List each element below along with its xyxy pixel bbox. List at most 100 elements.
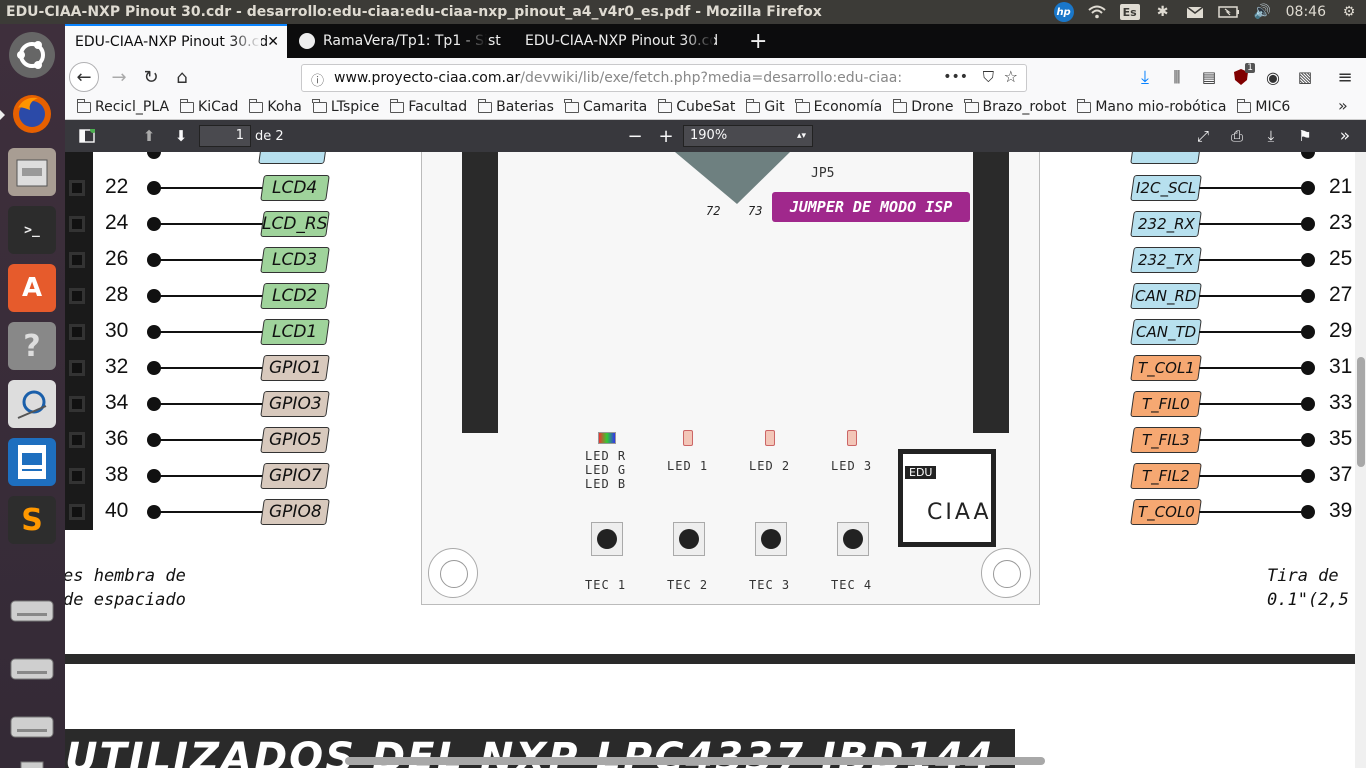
pin-number: 39 bbox=[1329, 499, 1353, 522]
hp-icon[interactable]: hp bbox=[1053, 2, 1074, 22]
zoom-select[interactable]: 190% ▴▾ bbox=[683, 125, 813, 147]
libreoffice-impress-icon[interactable] bbox=[8, 438, 56, 486]
pin-number: 38 bbox=[105, 463, 129, 486]
sidebar-toggle-icon[interactable] bbox=[77, 124, 97, 148]
bookmark-folder[interactable]: Drone bbox=[892, 98, 954, 115]
menu-icon[interactable]: ≡ bbox=[1331, 63, 1359, 91]
window-title: EDU-CIAA-NXP Pinout 30.cdr - desarrollo:… bbox=[6, 4, 822, 20]
pin-number: 26 bbox=[105, 247, 129, 270]
pin-number: 27 bbox=[1329, 283, 1353, 306]
zoom-out-button[interactable]: − bbox=[625, 124, 645, 148]
sublime-text-icon[interactable]: S bbox=[8, 496, 56, 544]
bookmark-label: Git bbox=[764, 99, 785, 115]
home-button[interactable]: ⌂ bbox=[168, 63, 196, 91]
extension-icon[interactable]: ▧ bbox=[1291, 63, 1319, 91]
tab-github[interactable]: RamaVera/Tp1: Tp1 - Sist bbox=[289, 24, 513, 58]
volume-icon[interactable]: 🔊 bbox=[1254, 3, 1272, 21]
firefox-icon[interactable] bbox=[0, 90, 56, 138]
bookmark-folder[interactable]: CubeSat bbox=[657, 98, 735, 115]
bookmark-folder[interactable]: Recicl_PLA bbox=[76, 98, 169, 115]
ubuntu-dash-icon[interactable] bbox=[9, 32, 55, 78]
keyboard-layout-indicator[interactable]: Es bbox=[1119, 4, 1140, 20]
bookmark-label: Brazo_robot bbox=[982, 99, 1067, 115]
vertical-scroll-thumb[interactable] bbox=[1357, 357, 1365, 467]
pin-number: 21 bbox=[1329, 175, 1353, 198]
bookmark-folder[interactable]: LTspice bbox=[312, 98, 379, 115]
url-text[interactable]: www.proyecto-ciaa.com.ar/devwiki/lib/exe… bbox=[302, 70, 902, 86]
bluetooth-icon[interactable]: ✱ bbox=[1154, 3, 1172, 21]
terminal-icon[interactable]: >_ bbox=[8, 206, 56, 254]
tab-pinout-pdf[interactable]: EDU-CIAA-NXP Pinout 30.cd ✕ bbox=[65, 24, 287, 58]
pin-wire bbox=[157, 439, 263, 441]
page-number-input[interactable]: 1 bbox=[199, 125, 251, 147]
sidebar-icon[interactable]: ▤ bbox=[1195, 63, 1223, 91]
tab-pinout-pdf-2[interactable]: EDU-CIAA-NXP Pinout 30.cd bbox=[515, 24, 740, 58]
back-button[interactable]: ← bbox=[69, 62, 99, 92]
bookmarks-overflow-icon[interactable]: » bbox=[1338, 96, 1348, 115]
bookmark-folder[interactable]: KiCad bbox=[179, 98, 238, 115]
bookmark-folder[interactable]: Git bbox=[745, 98, 785, 115]
pin-wire bbox=[1199, 367, 1305, 369]
pin-dot bbox=[1301, 289, 1315, 303]
bookmark-folder[interactable]: Economía bbox=[795, 98, 882, 115]
bookmark-folder[interactable]: Baterias bbox=[477, 98, 554, 115]
chip-pin-73: 73 bbox=[748, 204, 763, 218]
power-gear-icon[interactable]: ⚙ bbox=[1340, 3, 1358, 21]
software-center-icon[interactable]: A bbox=[8, 264, 56, 312]
pin-label: GPIO3 bbox=[260, 391, 330, 417]
help-icon[interactable]: ? bbox=[8, 322, 56, 370]
horizontal-scroll-thumb[interactable] bbox=[345, 757, 1045, 765]
pin-dot bbox=[1301, 469, 1315, 483]
jumper-isp-label: JUMPER DE MODO ISP bbox=[772, 192, 970, 222]
close-tab-icon[interactable]: ✕ bbox=[267, 34, 279, 50]
bookmark-folder[interactable]: MIC6 bbox=[1236, 98, 1290, 115]
bookmark-folder[interactable]: Mano mio-robótica bbox=[1076, 98, 1226, 115]
url-bar[interactable]: ⓘ www.proyecto-ciaa.com.ar/devwiki/lib/e… bbox=[301, 64, 1027, 92]
bookmark-folder[interactable]: Koha bbox=[248, 98, 302, 115]
zoom-value: 190% bbox=[690, 128, 728, 143]
info-icon[interactable]: ⓘ bbox=[311, 70, 324, 89]
file-cabinet-icon[interactable] bbox=[8, 148, 56, 196]
pdf-viewport[interactable]: 22 LCD4 24 LCD_RS 26 LCD3 28 LCD2 30 LCD1 32 GPIO1 3… bbox=[65, 152, 1355, 768]
bookmark-folder[interactable]: Camarita bbox=[564, 98, 647, 115]
download-pdf-icon[interactable]: ⤓ bbox=[1261, 124, 1281, 148]
folder-icon bbox=[657, 98, 673, 113]
pin-label: LCD_RS bbox=[260, 211, 330, 237]
reload-button[interactable]: ↻ bbox=[137, 63, 165, 91]
previous-page-icon[interactable]: ⬆ bbox=[139, 124, 159, 148]
page-actions-icon[interactable]: ••• bbox=[943, 69, 968, 85]
drive-icon[interactable] bbox=[8, 702, 56, 750]
wifi-icon[interactable] bbox=[1087, 3, 1106, 21]
pin-wire bbox=[157, 367, 263, 369]
account-icon[interactable]: ◉ bbox=[1259, 63, 1287, 91]
led-3-caption: LED 3 bbox=[831, 459, 873, 473]
bookmark-star-icon[interactable]: ☆ bbox=[1004, 67, 1018, 86]
drive-icon[interactable] bbox=[8, 586, 56, 634]
mail-icon[interactable] bbox=[1186, 3, 1204, 21]
print-icon[interactable]: ⎙ bbox=[1227, 124, 1247, 148]
vertical-scrollbar[interactable] bbox=[1355, 152, 1366, 768]
qcad-icon[interactable] bbox=[8, 380, 56, 428]
header-pin bbox=[69, 324, 85, 340]
pin-dot bbox=[1301, 217, 1315, 231]
bookmark-folder[interactable]: Facultad bbox=[389, 98, 467, 115]
pin-number: 28 bbox=[105, 283, 129, 306]
battery-icon[interactable] bbox=[1217, 3, 1240, 21]
bookmark-folder[interactable]: Brazo_robot bbox=[964, 98, 1067, 115]
drive-icon[interactable] bbox=[8, 644, 56, 692]
new-tab-button[interactable]: + bbox=[743, 24, 773, 58]
pocket-icon[interactable]: ⛉ bbox=[983, 68, 994, 86]
next-page-icon[interactable]: ⬇ bbox=[171, 124, 191, 148]
zoom-in-button[interactable]: + bbox=[656, 124, 676, 148]
clock[interactable]: 08:46 bbox=[1286, 3, 1326, 21]
pin-wire bbox=[1199, 475, 1305, 477]
trash-icon[interactable] bbox=[8, 746, 56, 768]
library-icon[interactable]: ⫼ bbox=[1163, 63, 1191, 91]
presentation-mode-icon[interactable]: ⤢ bbox=[1193, 124, 1213, 148]
tools-menu-icon[interactable]: » bbox=[1335, 124, 1355, 148]
ublock-icon[interactable]: 1 bbox=[1227, 63, 1255, 91]
bookmark-view-icon[interactable]: ⚑ bbox=[1295, 124, 1315, 148]
forward-button[interactable]: → bbox=[105, 63, 133, 91]
downloads-icon[interactable]: ⤓ bbox=[1131, 63, 1159, 91]
rgb-led-icon bbox=[598, 432, 616, 444]
